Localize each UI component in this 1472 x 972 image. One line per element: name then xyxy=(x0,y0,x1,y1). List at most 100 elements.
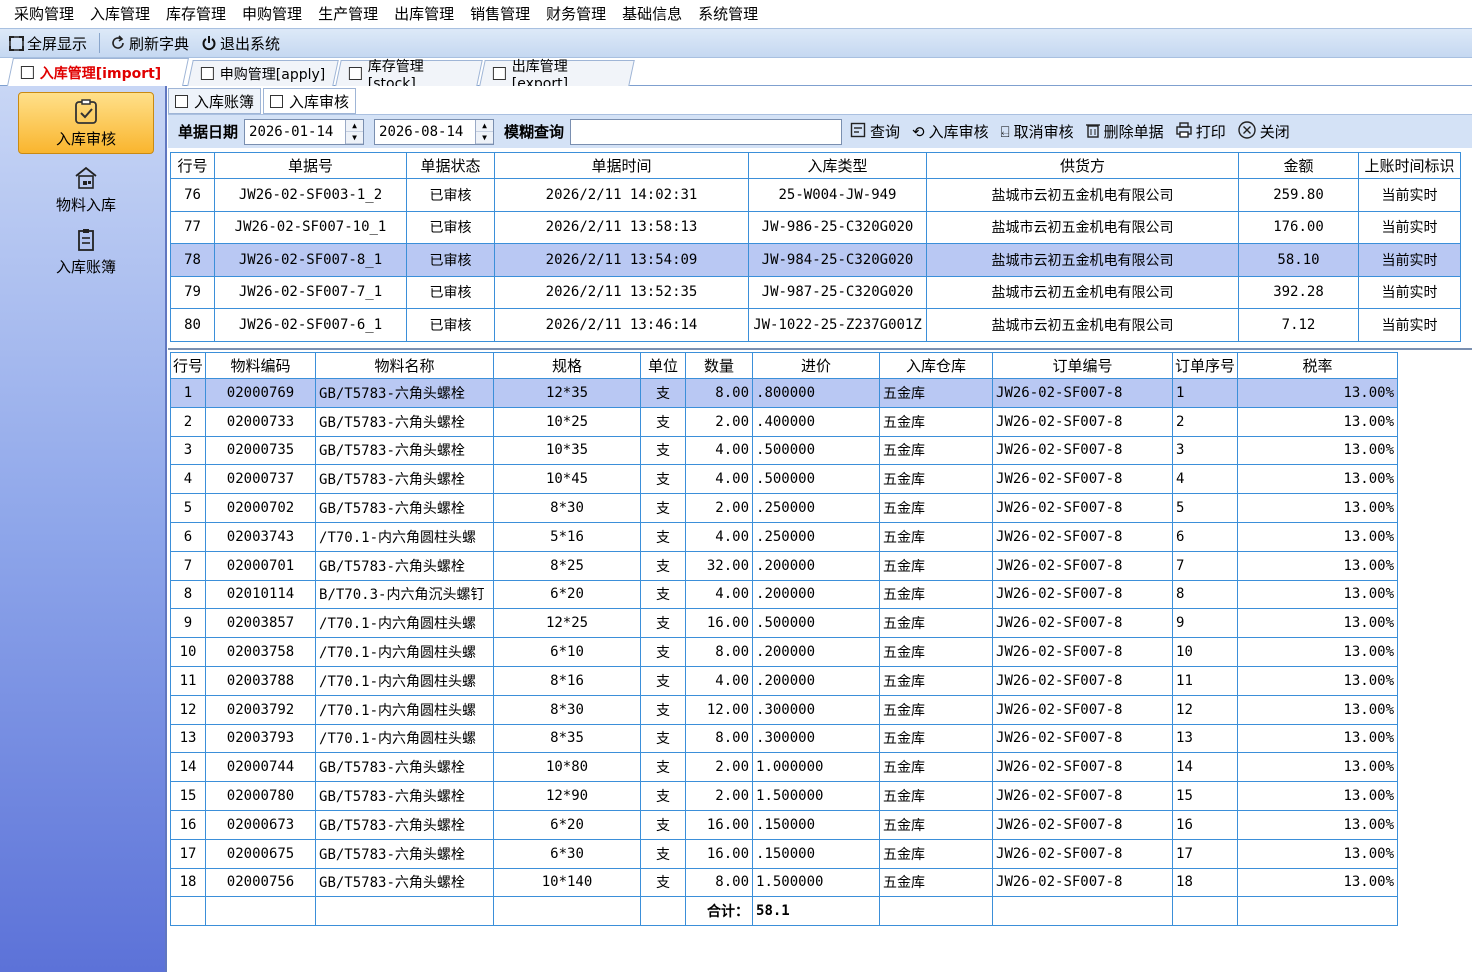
table-cell[interactable]: 支 xyxy=(640,781,687,811)
table-cell[interactable]: 五金库 xyxy=(879,723,994,754)
table-cell[interactable]: 支 xyxy=(640,435,687,466)
table-cell[interactable]: 02003857 xyxy=(205,608,317,639)
date-to-spinner[interactable]: ▲ ▼ xyxy=(475,119,494,144)
table-cell[interactable]: .250000 xyxy=(752,521,881,552)
table-cell[interactable]: 4.00 xyxy=(685,464,754,495)
table-cell[interactable]: 10 xyxy=(1172,637,1239,667)
table-cell[interactable]: JW26-02-SF007-8 xyxy=(992,493,1174,523)
table-cell[interactable]: 1 xyxy=(169,378,207,408)
table-cell[interactable]: 18 xyxy=(1172,867,1239,898)
table-cell[interactable]: 25-W004-JW-949 xyxy=(748,178,927,212)
spin-down-icon[interactable]: ▼ xyxy=(346,131,364,144)
table-row[interactable]: 17 02000675 GB/T5783-六角头螺栓 6*30 支 16.00.15000… xyxy=(169,838,1399,869)
table-cell[interactable]: 02000756 xyxy=(205,867,317,898)
date-from-spinner[interactable]: ▲ ▼ xyxy=(345,119,364,144)
table-cell[interactable]: JW26-02-SF007-8 xyxy=(992,464,1174,495)
table-cell[interactable]: 支 xyxy=(640,838,687,869)
table-cell[interactable]: 16.00 xyxy=(685,838,754,869)
menu-item[interactable]: 库存管理 xyxy=(158,0,234,28)
table-cell[interactable]: 已审核 xyxy=(406,308,495,342)
table-cell[interactable]: 8*30 xyxy=(493,694,642,725)
table-cell[interactable]: 13.00% xyxy=(1237,723,1399,754)
table-cell[interactable]: 6*10 xyxy=(493,637,642,667)
table-cell[interactable]: 五金库 xyxy=(879,809,994,840)
table-cell[interactable]: JW26-02-SF007-8 xyxy=(992,637,1174,667)
table-cell[interactable]: 10*140 xyxy=(493,867,642,898)
table-cell[interactable]: 支 xyxy=(640,867,687,898)
master-column-header[interactable]: 入库类型 xyxy=(748,152,927,179)
table-cell[interactable]: 盐城市云初五金机电有限公司 xyxy=(926,275,1239,309)
menu-item[interactable]: 出库管理 xyxy=(386,0,462,28)
table-cell[interactable]: JW26-02-SF007-8 xyxy=(992,838,1174,869)
table-cell[interactable]: 12 xyxy=(1172,694,1239,725)
table-cell[interactable]: 五金库 xyxy=(879,781,994,811)
detail-column-header[interactable]: 物料编码 xyxy=(205,352,317,379)
table-cell[interactable]: 五金库 xyxy=(879,637,994,667)
table-cell[interactable]: 3 xyxy=(1172,435,1239,466)
table-cell[interactable]: 02000675 xyxy=(205,838,317,869)
table-cell[interactable]: 支 xyxy=(640,637,687,667)
table-cell[interactable]: 2.00 xyxy=(685,752,754,783)
table-cell[interactable]: 五金库 xyxy=(879,608,994,639)
table-cell[interactable]: 1.500000 xyxy=(752,867,881,898)
table-cell[interactable]: 五金库 xyxy=(879,521,994,552)
menu-item[interactable]: 销售管理 xyxy=(462,0,538,28)
detail-column-header[interactable]: 订单序号 xyxy=(1172,352,1239,379)
table-row[interactable]: 16 02000673 GB/T5783-六角头螺栓 6*20 支 16.00.15000… xyxy=(169,809,1399,840)
table-cell[interactable]: /T70.1-内六角圆柱头螺 xyxy=(315,521,495,552)
table-cell[interactable]: 13.00% xyxy=(1237,752,1399,783)
table-cell[interactable]: 392.28 xyxy=(1238,275,1359,309)
table-cell[interactable]: .800000 xyxy=(752,378,881,408)
table-cell[interactable]: 15 xyxy=(169,781,207,811)
table-cell[interactable]: 五金库 xyxy=(879,378,994,408)
table-row[interactable]: 3 02000735 GB/T5783-六角头螺栓 10*35 支 4.00.500000… xyxy=(169,435,1399,466)
sidebar-item-inbound-audit[interactable]: 入库审核 xyxy=(18,92,154,154)
table-cell[interactable]: 6*20 xyxy=(493,579,642,610)
table-cell[interactable]: 02000737 xyxy=(205,464,317,495)
table-cell[interactable]: 78 xyxy=(170,243,215,277)
menu-item[interactable]: 生产管理 xyxy=(310,0,386,28)
close-button[interactable]: 关闭 xyxy=(1238,120,1290,143)
table-cell[interactable]: 支 xyxy=(640,521,687,552)
table-cell[interactable]: 13.00% xyxy=(1237,493,1399,523)
table-cell[interactable]: 5 xyxy=(169,493,207,523)
table-cell[interactable]: 13.00% xyxy=(1237,464,1399,495)
detail-column-header[interactable]: 物料名称 xyxy=(315,352,495,379)
table-cell[interactable]: 支 xyxy=(640,723,687,754)
table-row[interactable]: 4 02000737 GB/T5783-六角头螺栓 10*45 支 4.00.500000… xyxy=(169,464,1399,495)
table-cell[interactable]: 2.00 xyxy=(685,781,754,811)
table-cell[interactable]: GB/T5783-六角头螺栓 xyxy=(315,406,495,437)
detail-column-header[interactable]: 单位 xyxy=(640,352,687,379)
table-row[interactable]: 10 02003758/T70.1-内六角圆柱头螺 6*10 支 8.00.200000… xyxy=(169,637,1399,667)
table-cell[interactable]: 9 xyxy=(169,608,207,639)
table-cell[interactable]: 16 xyxy=(169,809,207,840)
table-row[interactable]: 78 JW26-02-SF007-8_1 已审核 2026/2/11 13:54:09… xyxy=(170,243,1461,277)
master-column-header[interactable]: 上账时间标识 xyxy=(1358,152,1461,179)
table-cell[interactable]: 五金库 xyxy=(879,665,994,696)
master-column-header[interactable]: 单据状态 xyxy=(406,152,495,179)
table-cell[interactable]: 17 xyxy=(169,838,207,869)
table-cell[interactable]: 五金库 xyxy=(879,752,994,783)
table-cell[interactable]: 02000769 xyxy=(205,378,317,408)
menu-item[interactable]: 财务管理 xyxy=(538,0,614,28)
table-row[interactable]: 18 02000756 GB/T5783-六角头螺栓 10*140 支 8.00 1.500… xyxy=(169,867,1399,898)
table-cell[interactable]: /T70.1-内六角圆柱头螺 xyxy=(315,665,495,696)
table-row[interactable]: 79 JW26-02-SF007-7_1 已审核 2026/2/11 13:52:35… xyxy=(170,275,1461,309)
table-cell[interactable]: 支 xyxy=(640,694,687,725)
table-cell[interactable]: 13.00% xyxy=(1237,838,1399,869)
table-cell[interactable]: JW26-02-SF007-10_1 xyxy=(214,210,407,244)
table-cell[interactable]: 7.12 xyxy=(1238,308,1359,342)
table-cell[interactable]: 8.00 xyxy=(685,867,754,898)
table-cell[interactable]: 13.00% xyxy=(1237,781,1399,811)
table-cell[interactable]: 259.80 xyxy=(1238,178,1359,212)
detail-column-header[interactable]: 税率 xyxy=(1237,352,1399,379)
table-cell[interactable]: .300000 xyxy=(752,694,881,725)
table-cell[interactable]: /T70.1-内六角圆柱头螺 xyxy=(315,637,495,667)
table-cell[interactable]: JW26-02-SF007-8 xyxy=(992,665,1174,696)
table-cell[interactable]: 02000673 xyxy=(205,809,317,840)
table-cell[interactable]: GB/T5783-六角头螺栓 xyxy=(315,550,495,581)
table-cell[interactable]: 1 xyxy=(1172,378,1239,408)
table-cell[interactable]: JW26-02-SF007-8 xyxy=(992,521,1174,552)
table-row[interactable]: 8 02010114 B/T70.3-内六角沉头螺钉 6*20 支 4.00.200000… xyxy=(169,579,1399,610)
table-cell[interactable]: 10 xyxy=(169,637,207,667)
